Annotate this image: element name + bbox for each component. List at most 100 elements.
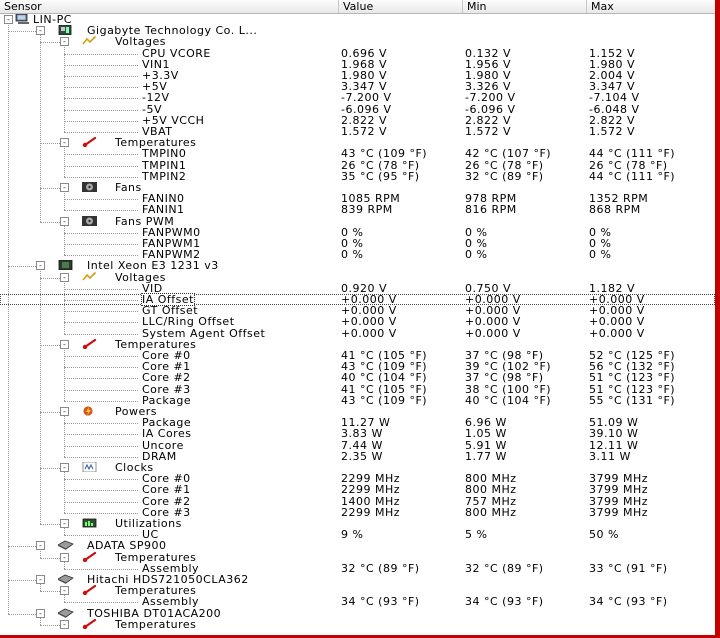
sensor-row-llc-ring-offset[interactable]: LLC/Ring Offset +0.000 V +0.000 V +0.000 V <box>0 316 715 328</box>
collapse-toggle[interactable]: - <box>36 26 45 36</box>
collapse-toggle[interactable]: - <box>4 15 13 24</box>
min-cell: 1.77 W <box>465 449 507 463</box>
device-row-adata-sp900[interactable]: - ADATA SP900 <box>0 540 715 552</box>
collapse-toggle[interactable]: - <box>60 619 69 629</box>
value-cell: 9 % <box>341 528 364 542</box>
max-cell: 44 °C (111 °F) <box>589 147 676 161</box>
sensor-label: Voltages <box>115 35 166 49</box>
sensor-row-tmpin2[interactable]: TMPIN2 35 °C (95 °F) 32 °C (89 °F) 44 °C (1… <box>0 171 715 182</box>
value-cell: -7.200 V <box>341 91 392 105</box>
device-row-intel-xeon-e3-1231-v3[interactable]: - Intel Xeon E3 1231 v3 <box>0 259 715 272</box>
min-cell: 0 % <box>465 248 488 262</box>
tree-connector <box>40 591 60 593</box>
sensor-row-tmpin0[interactable]: TMPIN0 43 °C (109 °F) 42 °C (107 °F) 44 °C … <box>0 147 715 161</box>
collapse-toggle[interactable]: - <box>60 339 69 349</box>
sensor-row-assembly[interactable]: Assembly 34 °C (93 °F) 34 °C (93 °F) 34 °C … <box>0 595 715 609</box>
collapse-toggle[interactable]: - <box>60 138 69 148</box>
max-cell: 3.11 W <box>589 449 631 463</box>
max-cell: 39.10 W <box>589 427 639 441</box>
sensor-row-core-3[interactable]: Core #3 2299 MHz 800 MHz 3799 MHz <box>0 507 715 518</box>
value-cell: 43 °C (109 °F) <box>341 147 428 161</box>
collapse-toggle[interactable]: - <box>36 541 45 551</box>
sensor-row-core-1[interactable]: Core #1 2299 MHz 800 MHz 3799 MHz <box>0 483 715 497</box>
tree-connector <box>64 165 138 167</box>
sensor-label: Core #1 <box>142 483 191 497</box>
disk-icon <box>57 574 74 584</box>
tree-connector <box>64 244 138 245</box>
tree-connector <box>40 143 60 145</box>
min-cell: 40 °C (104 °F) <box>465 393 552 407</box>
column-header-bar: Sensor Value Min Max <box>0 0 715 14</box>
collapse-toggle[interactable]: - <box>60 37 69 47</box>
tree-connector <box>64 232 138 234</box>
column-header-max[interactable]: Max <box>587 0 715 13</box>
sensor-label: -12V <box>142 91 170 105</box>
tree-connector <box>64 602 138 604</box>
min-cell: 816 RPM <box>465 203 517 217</box>
min-cell: 1.572 V <box>465 125 512 138</box>
min-cell: 34 °C (93 °F) <box>465 595 544 609</box>
column-header-min[interactable]: Min <box>463 0 587 13</box>
min-cell: 42 °C (107 °F) <box>465 147 552 161</box>
tree-connector <box>64 400 138 402</box>
max-cell: 0 % <box>589 248 612 262</box>
thermometer-icon <box>82 137 98 148</box>
collapse-toggle[interactable]: - <box>60 552 69 562</box>
fan-icon <box>82 215 98 226</box>
voltage-icon <box>82 271 98 282</box>
max-cell: 33 °C (91 °F) <box>589 561 668 575</box>
tree-connector <box>64 210 138 212</box>
value-cell: 2.35 W <box>341 449 383 463</box>
tree-connector <box>40 557 60 559</box>
value-cell: 839 RPM <box>341 203 393 217</box>
tree-connector <box>40 468 60 469</box>
sensor-label: TMPIN2 <box>142 169 187 183</box>
tree-connector <box>64 434 138 436</box>
tree-connector <box>64 356 138 357</box>
utilization-icon <box>82 518 98 528</box>
max-cell: 3799 MHz <box>589 505 649 519</box>
collapse-toggle[interactable]: - <box>36 608 45 618</box>
collapse-toggle[interactable]: - <box>36 575 45 584</box>
collapse-toggle[interactable]: - <box>60 407 69 416</box>
collapse-toggle[interactable]: - <box>60 216 69 226</box>
sensor-row-system-agent-offset[interactable]: System Agent Offset +0.000 V +0.000 V +0.00… <box>0 327 715 339</box>
tree-connector <box>64 490 138 492</box>
tree-connector <box>40 221 60 223</box>
sensor-row-core-2[interactable]: Core #2 40 °C (104 °F) 37 °C (98 °F) 51 °C … <box>0 372 715 384</box>
tree-connector <box>64 423 138 425</box>
tree-connector <box>64 456 138 458</box>
min-cell: 800 MHz <box>465 483 517 497</box>
device-row-toshiba-dt01aca200[interactable]: - TOSHIBA DT01ACA200 <box>0 607 715 619</box>
collapse-toggle[interactable]: - <box>60 183 69 192</box>
collapse-toggle[interactable]: - <box>60 519 69 528</box>
sensor-row-12v[interactable]: -12V -7.200 V -7.200 V -7.104 V <box>0 91 715 105</box>
tree-connector <box>64 300 138 301</box>
group-row-voltages[interactable]: - Voltages <box>0 35 715 49</box>
sensor-row-package[interactable]: Package 43 °C (109 °F) 40 °C (104 °F) 55 °C… <box>0 395 715 406</box>
device-row-hitachi-hds721050cla362[interactable]: - Hitachi HDS721050CLA362 <box>0 574 715 585</box>
column-header-sensor[interactable]: Sensor <box>0 0 339 13</box>
value-cell: 34 °C (93 °F) <box>341 595 420 609</box>
clock-icon <box>82 461 98 473</box>
tree-connector <box>64 87 138 89</box>
computer-icon <box>15 14 31 24</box>
sensor-row-ia-cores[interactable]: IA Cores 3.83 W 1.05 W 39.10 W <box>0 427 715 441</box>
min-cell: 32 °C (89 °F) <box>465 169 544 183</box>
tree-connector <box>64 378 138 380</box>
collapse-toggle[interactable]: - <box>60 272 69 282</box>
device-row-gigabyte-technology-co-l[interactable]: - Gigabyte Technology Co. L... <box>0 24 715 36</box>
sensor-row-vbat[interactable]: VBAT 1.572 V 1.572 V 1.572 V <box>0 126 715 137</box>
value-cell: 43 °C (109 °F) <box>341 393 428 407</box>
tree-connector <box>64 76 138 77</box>
sensor-row-dram[interactable]: DRAM 2.35 W 1.77 W 3.11 W <box>0 451 715 462</box>
sensor-label: Assembly <box>142 595 200 609</box>
column-header-value[interactable]: Value <box>339 0 463 13</box>
sensor-row-fanin1[interactable]: FANIN1 839 RPM 816 RPM 868 RPM <box>0 203 715 217</box>
collapse-toggle[interactable]: - <box>36 261 45 271</box>
thermometer-icon <box>82 585 98 596</box>
collapse-toggle[interactable]: - <box>60 463 69 472</box>
collapse-toggle[interactable]: - <box>60 586 69 596</box>
sensor-tree[interactable]: - LIN-PC - Gigabyte Technology Co. L... - Vol… <box>0 14 715 635</box>
group-row-temperatures[interactable]: - Temperatures <box>0 619 715 630</box>
